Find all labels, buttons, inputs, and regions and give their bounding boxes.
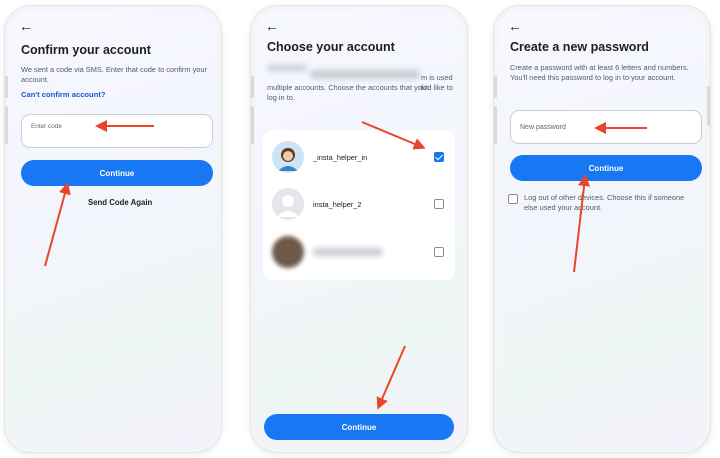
redacted-text	[267, 65, 307, 71]
phone-side-button	[251, 106, 254, 144]
account-username: insta_helper_2	[313, 200, 362, 209]
phone-side-button	[494, 106, 497, 144]
screen-new-password: ← Create a new password Create a passwor…	[498, 10, 706, 448]
logout-text: Log out of other devices. Choose this if…	[524, 193, 685, 212]
screen-confirm-account: ← Confirm your account We sent a code vi…	[9, 10, 217, 448]
account-item[interactable]: insta_helper_2	[263, 180, 455, 228]
new-password-input[interactable]: New password	[510, 110, 702, 144]
avatar	[272, 141, 304, 173]
account-item[interactable]	[263, 228, 455, 276]
phone-side-button	[251, 76, 254, 98]
account-item[interactable]: _insta_helper_in	[263, 133, 455, 181]
continue-button[interactable]: Continue	[510, 155, 702, 181]
description: We sent a code via SMS. Enter that code …	[21, 65, 207, 84]
phone-side-button	[5, 76, 8, 98]
code-input-placeholder: Enter code	[31, 123, 62, 130]
redacted-text	[310, 70, 420, 79]
description: multiple accounts. Choose the accounts t…	[267, 83, 453, 102]
avatar	[272, 236, 304, 268]
avatar-icon	[272, 141, 304, 173]
page-title: Confirm your account	[21, 43, 151, 57]
phone-new-password: ← Create a new password Create a passwor…	[494, 6, 710, 452]
page-title: Create a new password	[510, 40, 649, 54]
page-title: Choose your account	[267, 40, 395, 54]
phone-confirm-account: ← Confirm your account We sent a code vi…	[5, 6, 221, 452]
checkbox-icon[interactable]	[434, 199, 444, 209]
phone-side-button	[494, 76, 497, 98]
checkbox-icon[interactable]	[434, 152, 444, 162]
account-username: _insta_helper_in	[313, 153, 368, 162]
default-avatar-icon	[272, 188, 304, 220]
back-arrow-icon[interactable]: ←	[265, 18, 279, 34]
continue-button[interactable]: Continue	[21, 160, 213, 186]
back-arrow-icon[interactable]: ←	[508, 18, 522, 34]
cant-confirm-link[interactable]: Can't confirm account?	[21, 90, 106, 99]
redacted-username	[313, 248, 383, 256]
checkbox-icon[interactable]	[434, 247, 444, 257]
screen-choose-account: ← Choose your account m is used for mult…	[255, 10, 463, 448]
description: Create a password with at least 6 letter…	[510, 63, 689, 82]
new-password-placeholder: New password	[520, 124, 566, 131]
continue-button[interactable]: Continue	[264, 414, 454, 440]
code-input[interactable]: Enter code	[21, 114, 213, 148]
phone-side-button	[707, 86, 710, 126]
phone-side-button	[5, 106, 8, 144]
send-code-again-button[interactable]: Send Code Again	[88, 198, 152, 207]
account-list: _insta_helper_in insta_helper_2	[263, 130, 455, 280]
phone-choose-account: ← Choose your account m is used for mult…	[251, 6, 467, 452]
back-arrow-icon[interactable]: ←	[19, 18, 33, 34]
logout-checkbox-icon[interactable]	[508, 194, 518, 204]
avatar	[272, 188, 304, 220]
